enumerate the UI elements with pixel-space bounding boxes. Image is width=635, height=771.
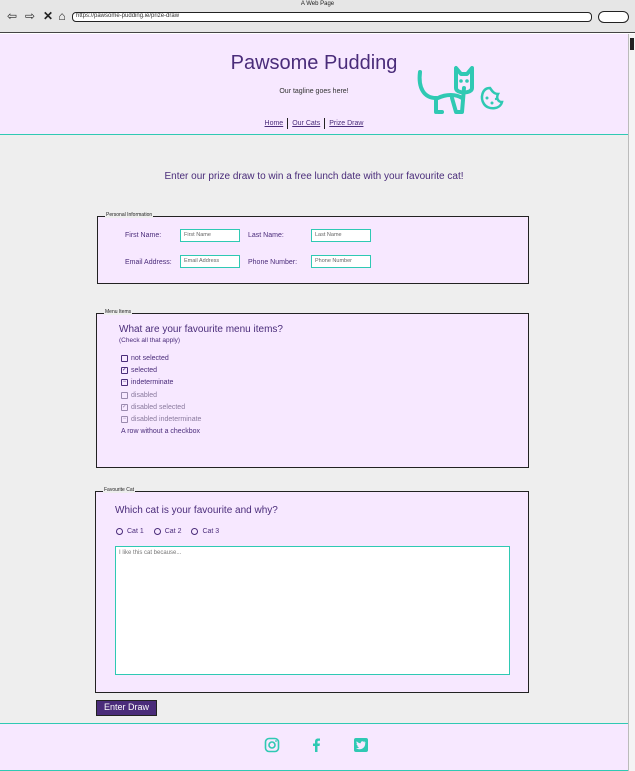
email-label: Email Address: [125,259,172,266]
intro-text: Enter our prize draw to win a free lunch… [164,171,464,182]
menu-option-not-selected[interactable]: not selected [121,355,169,362]
first-name-label: First Name: [125,232,162,239]
phone-field[interactable]: Phone Number [311,255,371,268]
radio-cat-3[interactable] [191,528,199,535]
menu-option-disabled-selected: ✓ disabled selected [121,404,186,411]
cat-logo-icon [417,66,504,114]
menu-option-indeterminate[interactable]: − indeterminate [121,379,173,386]
nav-link-home[interactable]: Home [261,120,288,127]
checkbox-checked[interactable]: ✓ [121,367,128,374]
phone-label: Phone Number: [248,259,298,266]
instagram-icon[interactable] [264,737,280,753]
menu-option-selected[interactable]: ✓ selected [121,367,157,374]
twitter-icon[interactable] [353,737,369,753]
site-title: Pawsome Pudding [230,52,398,74]
site-footer [0,723,628,771]
search-field[interactable] [598,11,629,23]
menu-hint: (Check all that apply) [119,337,181,344]
menu-items-legend: Menu Items [104,309,133,315]
personal-info-fieldset: Personal Information First Name: First N… [97,212,529,284]
checkbox-disabled-indeterminate: − [121,416,128,423]
facebook-icon[interactable] [308,737,324,753]
menu-option-disabled-indeterminate: − disabled indeterminate [121,416,202,423]
main-nav: Home Our Cats Prize Draw [0,118,628,129]
cat-radio-group: Cat 1 Cat 2 Cat 3 [116,528,229,535]
close-icon[interactable]: ✕ [42,10,54,22]
checkbox-indeterminate[interactable]: − [121,379,128,386]
menu-option-disabled: disabled [121,392,157,399]
email-field[interactable]: Email Address [180,255,240,268]
url-bar[interactable]: https://pawsome-pudding.ie/prize-draw [72,12,592,22]
forward-icon[interactable]: ⇨ [24,10,36,22]
reason-textarea[interactable]: I like this cat because... [115,546,510,675]
radio-cat-1[interactable] [116,528,123,535]
radio-cat-2[interactable] [153,528,161,535]
first-name-field[interactable]: First Name [180,229,240,242]
checkbox-disabled-checked: ✓ [121,404,128,411]
personal-info-legend: Personal Information [105,212,154,218]
enter-draw-button[interactable]: Enter Draw [96,700,157,716]
last-name-label: Last Name: [248,232,284,239]
nav-link-our-cats[interactable]: Our Cats [288,120,324,127]
site-header: Pawsome Pudding Our tagline goes here! H… [0,34,628,135]
plain-row: A row without a checkbox [121,428,200,435]
home-icon[interactable]: ⌂ [56,10,68,22]
scrollbar[interactable] [628,34,635,771]
checkbox-unchecked[interactable] [121,355,128,362]
menu-question: What are your favourite menu items? [119,324,283,335]
page-viewport: Pawsome Pudding Our tagline goes here! H… [0,34,628,771]
back-icon[interactable]: ⇦ [6,10,18,22]
menu-items-fieldset: Menu Items What are your favourite menu … [96,309,529,468]
favourite-cat-fieldset: Favourite Cat Which cat is your favourit… [95,487,529,693]
browser-chrome: A Web Page ⇦ ⇨ ✕ ⌂ https://pawsome-puddi… [0,0,635,33]
last-name-field[interactable]: Last Name [311,229,371,242]
checkbox-disabled [121,392,128,399]
window-title: A Web Page [300,1,335,7]
nav-link-prize-draw[interactable]: Prize Draw [325,120,367,127]
tagline: Our tagline goes here! [279,88,349,95]
scrollbar-thumb[interactable] [630,38,634,50]
cat-question: Which cat is your favourite and why? [115,505,278,516]
favourite-cat-legend: Favourite Cat [103,487,136,493]
